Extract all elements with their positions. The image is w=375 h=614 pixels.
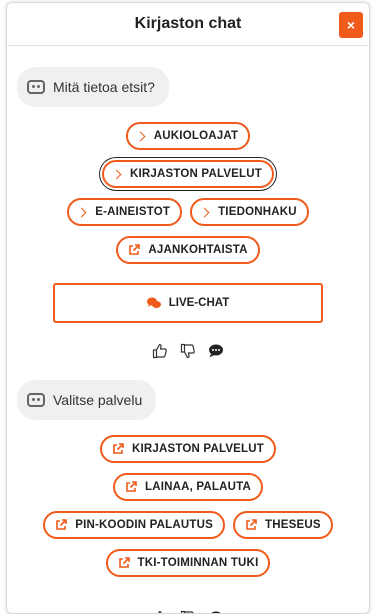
bot-message-2: Valitse palvelu KIRJASTON PALVELUT LAINA… <box>7 380 369 614</box>
option-label: AJANKOHTAISTA <box>148 244 248 256</box>
feedback-row <box>7 608 369 614</box>
bot-icon <box>27 393 45 407</box>
chat-window: Kirjaston chat × Mitä tietoa etsit? AUKI… <box>6 2 370 614</box>
chevron-right-icon <box>135 131 146 141</box>
option-label: THESEUS <box>265 519 321 531</box>
option-lainaa-palauta[interactable]: LAINAA, PALAUTA <box>112 473 264 501</box>
bot-icon <box>27 80 45 94</box>
bot-message-text: Valitse palvelu <box>53 392 143 408</box>
option-label: TKI-TOIMINNAN TUKI <box>137 557 259 569</box>
option-label: AUKIOLOAJAT <box>153 130 239 142</box>
bot-message-text: Mitä tietoa etsit? <box>53 79 155 95</box>
option-label: KIRJASTON PALVELUT <box>131 443 265 455</box>
chevron-right-icon <box>111 169 122 179</box>
option-pin-koodin-palautus[interactable]: PIN-KOODIN PALAUTUS <box>43 511 226 539</box>
external-link-icon <box>126 481 137 492</box>
close-button[interactable]: × <box>339 12 363 38</box>
chevron-right-icon <box>76 207 87 217</box>
option-label: TIEDONHAKU <box>218 206 297 218</box>
option-e-aineistot[interactable]: E-AINEISTOT <box>67 198 183 226</box>
thumbs-down-icon[interactable] <box>180 610 196 614</box>
bot-bubble: Valitse palvelu <box>17 380 157 420</box>
bot-message-1: Mitä tietoa etsit? AUKIOLOAJAT KIRJASTON… <box>7 67 369 361</box>
comment-icon[interactable] <box>208 610 224 614</box>
option-kirjaston-palvelut[interactable]: KIRJASTON PALVELUT <box>101 160 275 188</box>
live-chat-label: LIVE-CHAT <box>168 297 230 309</box>
external-link-icon <box>246 519 257 530</box>
thumbs-up-icon[interactable] <box>152 343 168 359</box>
chat-title: Kirjaston chat <box>134 15 242 32</box>
option-label: KIRJASTON PALVELUT <box>129 168 263 180</box>
thumbs-down-icon[interactable] <box>180 343 196 359</box>
option-kirjaston-palvelut-link[interactable]: KIRJASTON PALVELUT <box>99 435 277 463</box>
option-aukioloajat[interactable]: AUKIOLOAJAT <box>125 122 251 150</box>
chat-bubbles-icon <box>146 297 161 308</box>
options-group: KIRJASTON PALVELUT LAINAA, PALAUTA PIN-K… <box>7 430 369 582</box>
option-label: E-AINEISTOT <box>95 206 171 218</box>
option-tki-toiminnan-tuki[interactable]: TKI-TOIMINNAN TUKI <box>105 549 271 577</box>
thumbs-up-icon[interactable] <box>152 610 168 614</box>
bot-bubble: Mitä tietoa etsit? <box>17 67 169 107</box>
option-label: PIN-KOODIN PALAUTUS <box>75 519 214 531</box>
options-group: AUKIOLOAJAT KIRJASTON PALVELUT E-AINEIST… <box>7 117 369 269</box>
external-link-icon <box>129 244 141 255</box>
live-chat-button[interactable]: LIVE-CHAT <box>53 283 323 323</box>
chevron-right-icon <box>199 207 210 217</box>
option-tiedonhaku[interactable]: TIEDONHAKU <box>190 198 309 226</box>
chat-header: Kirjaston chat × <box>7 3 369 46</box>
option-ajankohtaista[interactable]: AJANKOHTAISTA <box>116 236 260 264</box>
option-theseus[interactable]: THESEUS <box>233 511 333 539</box>
comment-icon[interactable] <box>208 343 224 359</box>
external-link-icon <box>118 557 130 568</box>
external-link-icon <box>113 443 124 454</box>
option-label: LAINAA, PALAUTA <box>144 481 252 493</box>
feedback-row <box>7 341 369 361</box>
external-link-icon <box>56 519 68 530</box>
